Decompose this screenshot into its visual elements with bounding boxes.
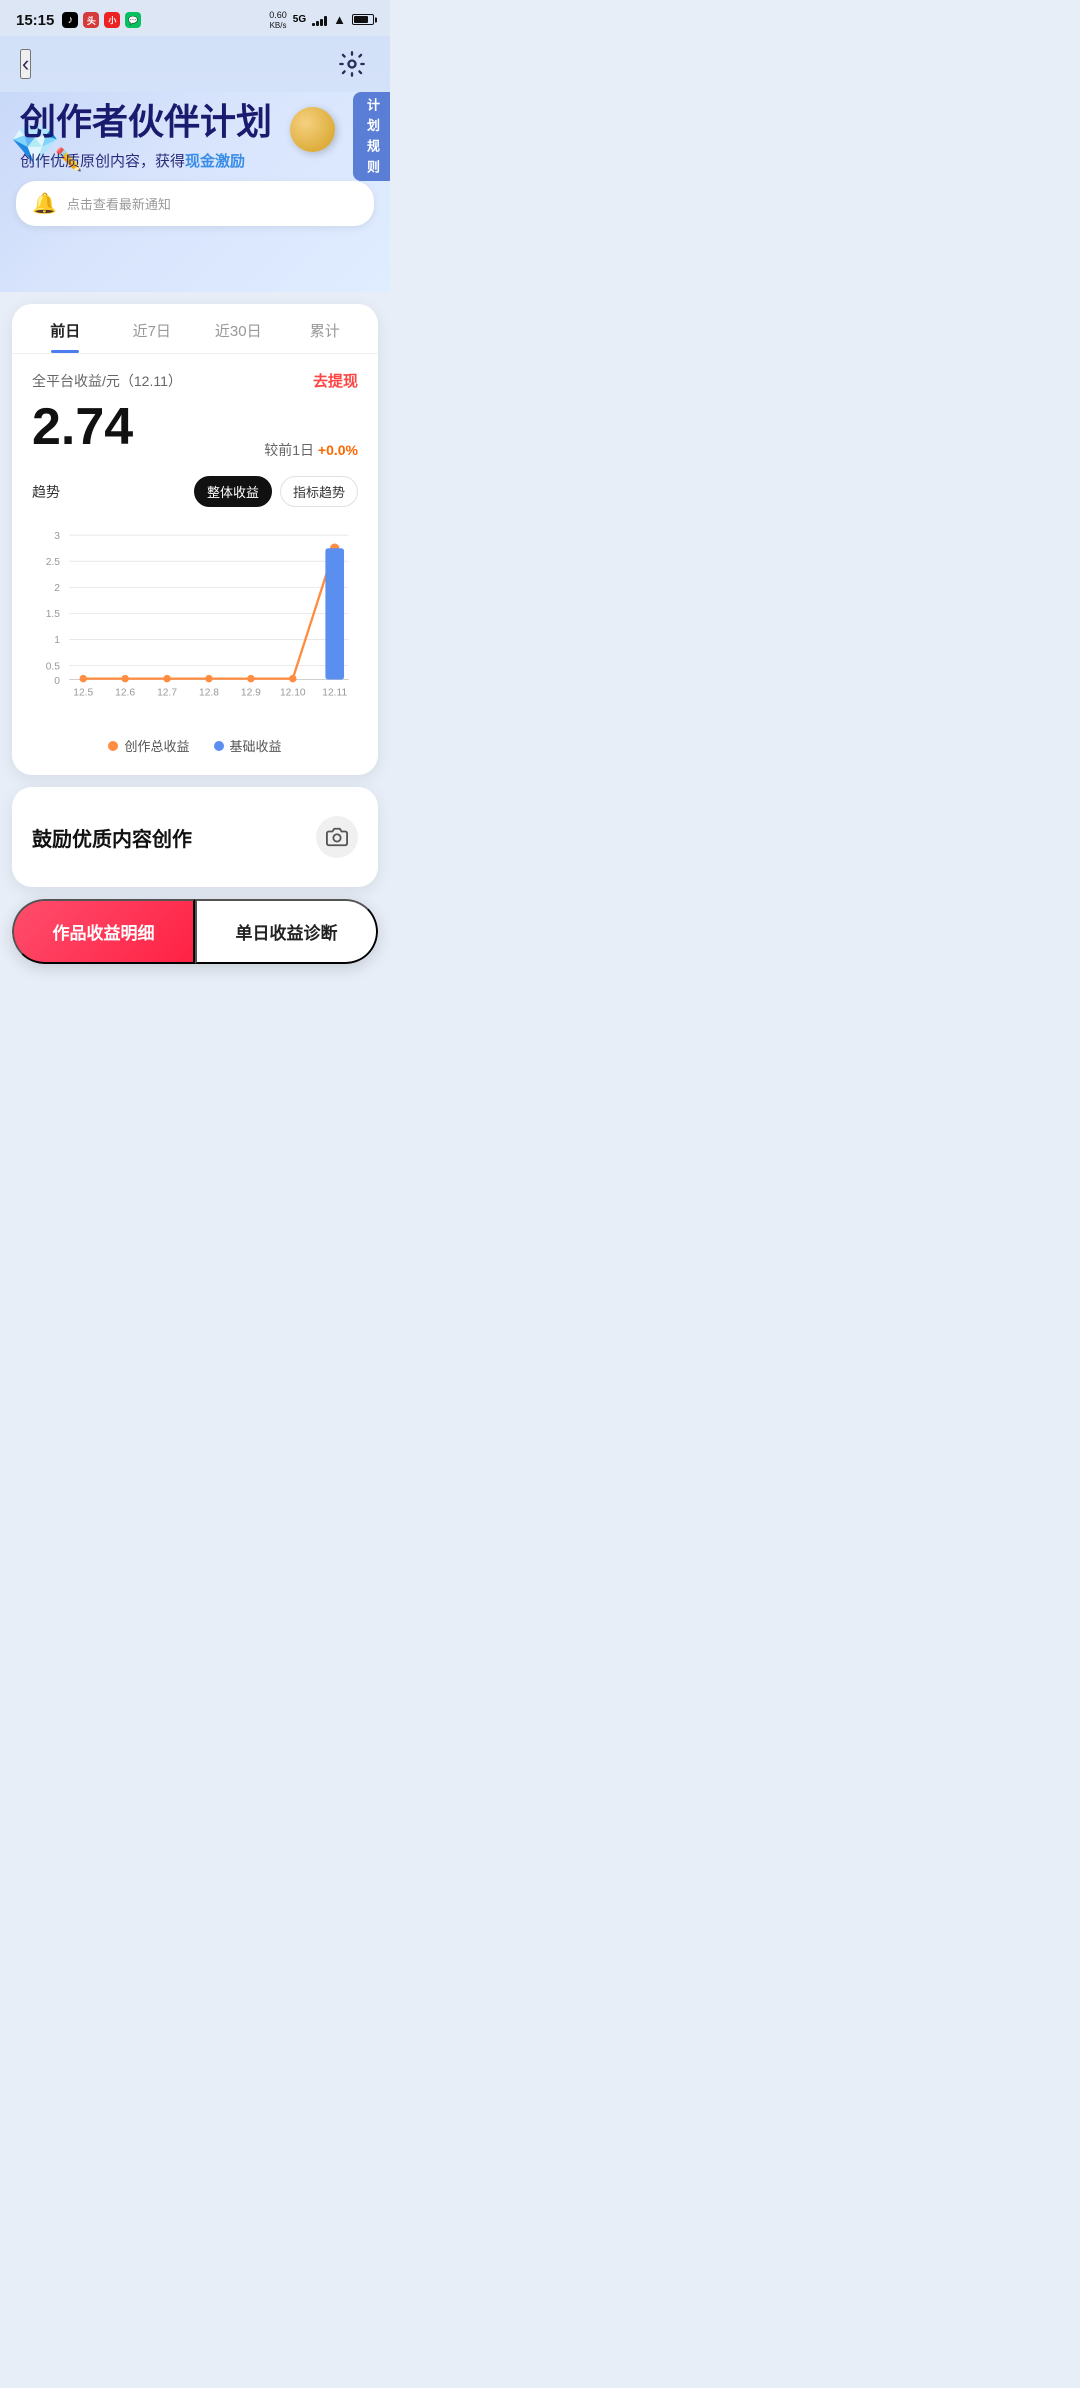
legend-base: 基础收益 <box>214 736 282 755</box>
svg-text:12.8: 12.8 <box>199 688 219 699</box>
change-value: +0.0% <box>318 442 358 458</box>
svg-text:12.5: 12.5 <box>73 688 93 699</box>
wifi-icon: ▲ <box>333 12 346 27</box>
earnings-chart: 3 2.5 2 1.5 1 0.5 0 <box>32 519 358 719</box>
bottom-buttons: 作品收益明细 单日收益诊断 <box>12 899 378 964</box>
tab-7days[interactable]: 近7日 <box>109 304 196 353</box>
signal-icon <box>312 14 327 26</box>
back-button[interactable]: ‹ <box>20 49 31 79</box>
chart-label: 趋势 <box>32 482 60 502</box>
withdraw-button[interactable]: 去提现 <box>313 370 358 391</box>
legend-total-dot <box>108 741 118 751</box>
news-app-icon: 头 <box>83 12 99 28</box>
svg-text:3: 3 <box>54 531 60 542</box>
earnings-change: 较前1日 +0.0% <box>264 440 358 460</box>
svg-text:12.11: 12.11 <box>322 688 347 699</box>
svg-text:1.5: 1.5 <box>46 609 61 620</box>
chart-container: 3 2.5 2 1.5 1 0.5 0 <box>32 519 358 724</box>
svg-text:2: 2 <box>54 583 60 594</box>
tiktok-app-icon: ♪ <box>62 12 78 28</box>
notification-bar[interactable]: 🔔 点击查看最新通知 <box>16 181 374 226</box>
earnings-label: 全平台收益/元（12.11） <box>32 371 182 391</box>
svg-text:0.5: 0.5 <box>46 661 61 672</box>
earnings-section: 全平台收益/元（12.11） 去提现 2.74 较前1日 +0.0% <box>12 354 378 476</box>
legend-total: 创作总收益 <box>108 736 189 755</box>
svg-text:12.9: 12.9 <box>241 688 261 699</box>
svg-text:2.5: 2.5 <box>46 557 61 568</box>
index-trend-button[interactable]: 指标趋势 <box>280 476 358 507</box>
status-bar: 15:15 ♪ 头 小 💬 0.60 KB/s 5G ▲ <box>0 0 390 36</box>
daily-diagnosis-button[interactable]: 单日收益诊断 <box>195 899 378 964</box>
content-section-title: 鼓励优质内容创作 <box>32 823 192 852</box>
settings-icon <box>338 50 366 78</box>
tab-30days[interactable]: 近30日 <box>195 304 282 353</box>
camera-button[interactable] <box>316 816 358 858</box>
svg-text:0: 0 <box>54 676 60 687</box>
chart-section: 趋势 整体收益 指标趋势 3 2.5 2 1.5 1 <box>12 476 378 775</box>
tab-previous-day[interactable]: 前日 <box>22 304 109 353</box>
network-type: 5G <box>293 14 306 25</box>
earnings-amount: 2.74 <box>32 399 133 456</box>
main-card: 前日 近7日 近30日 累计 全平台收益/元（12.11） 去提现 2.74 较… <box>12 304 378 775</box>
chart-header: 趋势 整体收益 指标趋势 <box>32 476 358 507</box>
wechat-app-icon: 💬 <box>125 12 141 28</box>
bell-icon: 🔔 <box>32 191 57 216</box>
battery-icon <box>352 14 374 25</box>
svg-text:12.6: 12.6 <box>115 688 135 699</box>
chart-legend: 创作总收益 基础收益 <box>32 736 358 755</box>
hero-title: 创作者伙伴计划 <box>20 102 370 142</box>
header-nav: ‹ <box>0 36 390 92</box>
hero-subtitle: 创作优质原创内容，获得现金激励 <box>20 150 370 171</box>
plan-rules-badge[interactable]: 计 划 规 则 <box>353 92 390 181</box>
earnings-header: 全平台收益/元（12.11） 去提现 <box>32 370 358 391</box>
legend-base-dot <box>214 741 224 751</box>
svg-text:12.7: 12.7 <box>157 688 177 699</box>
hero-content: 创作者伙伴计划 创作优质原创内容，获得现金激励 <box>0 102 390 171</box>
redbook-app-icon: 小 <box>104 12 120 28</box>
network-speed: 0.60 KB/s <box>269 10 287 30</box>
app-icons: ♪ 头 小 💬 <box>62 12 141 28</box>
content-quality-section: 鼓励优质内容创作 <box>12 787 378 887</box>
status-time: 15:15 <box>16 12 54 29</box>
earnings-detail-button[interactable]: 作品收益明细 <box>12 899 195 964</box>
status-icons: 0.60 KB/s 5G ▲ <box>269 10 374 30</box>
camera-icon <box>326 826 348 848</box>
svg-text:1: 1 <box>54 635 60 646</box>
settings-button[interactable] <box>334 46 370 82</box>
tab-cumulative[interactable]: 累计 <box>282 304 369 353</box>
overall-earnings-button[interactable]: 整体收益 <box>194 476 272 507</box>
svg-text:12.10: 12.10 <box>280 688 306 699</box>
tab-bar: 前日 近7日 近30日 累计 <box>12 304 378 354</box>
chart-type-buttons: 整体收益 指标趋势 <box>194 476 358 507</box>
amount-row: 2.74 较前1日 +0.0% <box>32 399 358 460</box>
hero-banner: ✏️ 计 划 规 则 创作者伙伴计划 创作优质原创内容，获得现金激励 🔔 点击查… <box>0 92 390 292</box>
notification-text: 点击查看最新通知 <box>67 194 358 213</box>
